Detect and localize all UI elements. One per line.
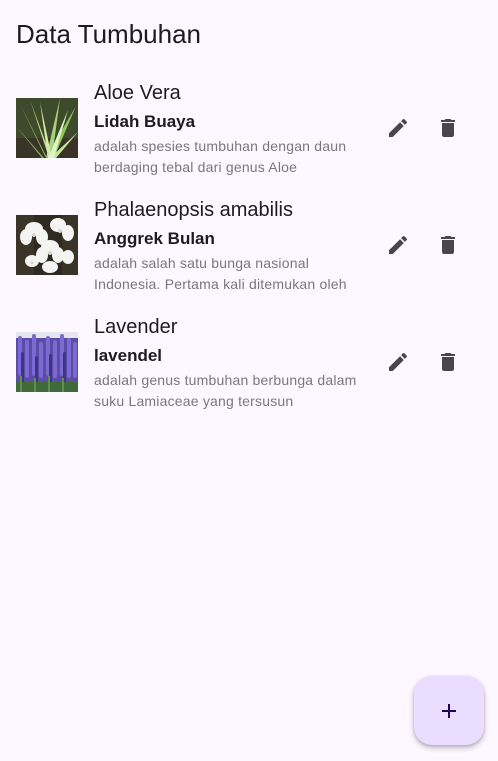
trash-icon xyxy=(441,353,455,371)
edit-button[interactable] xyxy=(378,108,418,148)
trash-icon xyxy=(441,236,455,254)
edit-button[interactable] xyxy=(378,342,418,382)
plant-name: Aloe Vera xyxy=(94,82,181,104)
lavender-photo xyxy=(16,332,78,392)
delete-button[interactable] xyxy=(428,225,468,265)
plant-local-name: Anggrek Bulan xyxy=(94,229,215,248)
trash-icon xyxy=(441,119,455,137)
plus-icon xyxy=(442,703,456,718)
plant-description: adalah genus tumbuhan berbunga dalam suk… xyxy=(94,372,357,409)
aloe-vera-photo xyxy=(16,98,78,158)
list-item[interactable]: Phalaenopsis amabilis Anggrek Bulan adal… xyxy=(0,191,498,308)
delete-button[interactable] xyxy=(428,108,468,148)
plant-description: adalah salah satu bunga nasional Indones… xyxy=(94,255,347,292)
plant-name: Phalaenopsis amabilis xyxy=(94,199,294,221)
orchid-photo xyxy=(16,215,78,275)
plant-name: Lavender xyxy=(94,316,178,338)
pencil-icon xyxy=(389,352,408,371)
page-title: Data Tumbuhan xyxy=(16,19,202,49)
add-plant-button[interactable] xyxy=(414,676,484,745)
edit-button[interactable] xyxy=(378,225,418,265)
plant-local-name: lavendel xyxy=(94,346,163,365)
plant-description: adalah spesies tumbuhan dengan daun berd… xyxy=(94,138,347,175)
list-item[interactable]: Lavender lavendel adalah genus tumbuhan … xyxy=(0,308,498,425)
app-bar: Data Tumbuhan xyxy=(0,0,498,68)
list-item[interactable]: Aloe Vera Lidah Buaya adalah spesies tum… xyxy=(0,74,498,191)
delete-button[interactable] xyxy=(428,342,468,382)
pencil-icon xyxy=(389,235,408,254)
pencil-icon xyxy=(389,118,408,137)
plant-local-name: Lidah Buaya xyxy=(94,112,196,131)
